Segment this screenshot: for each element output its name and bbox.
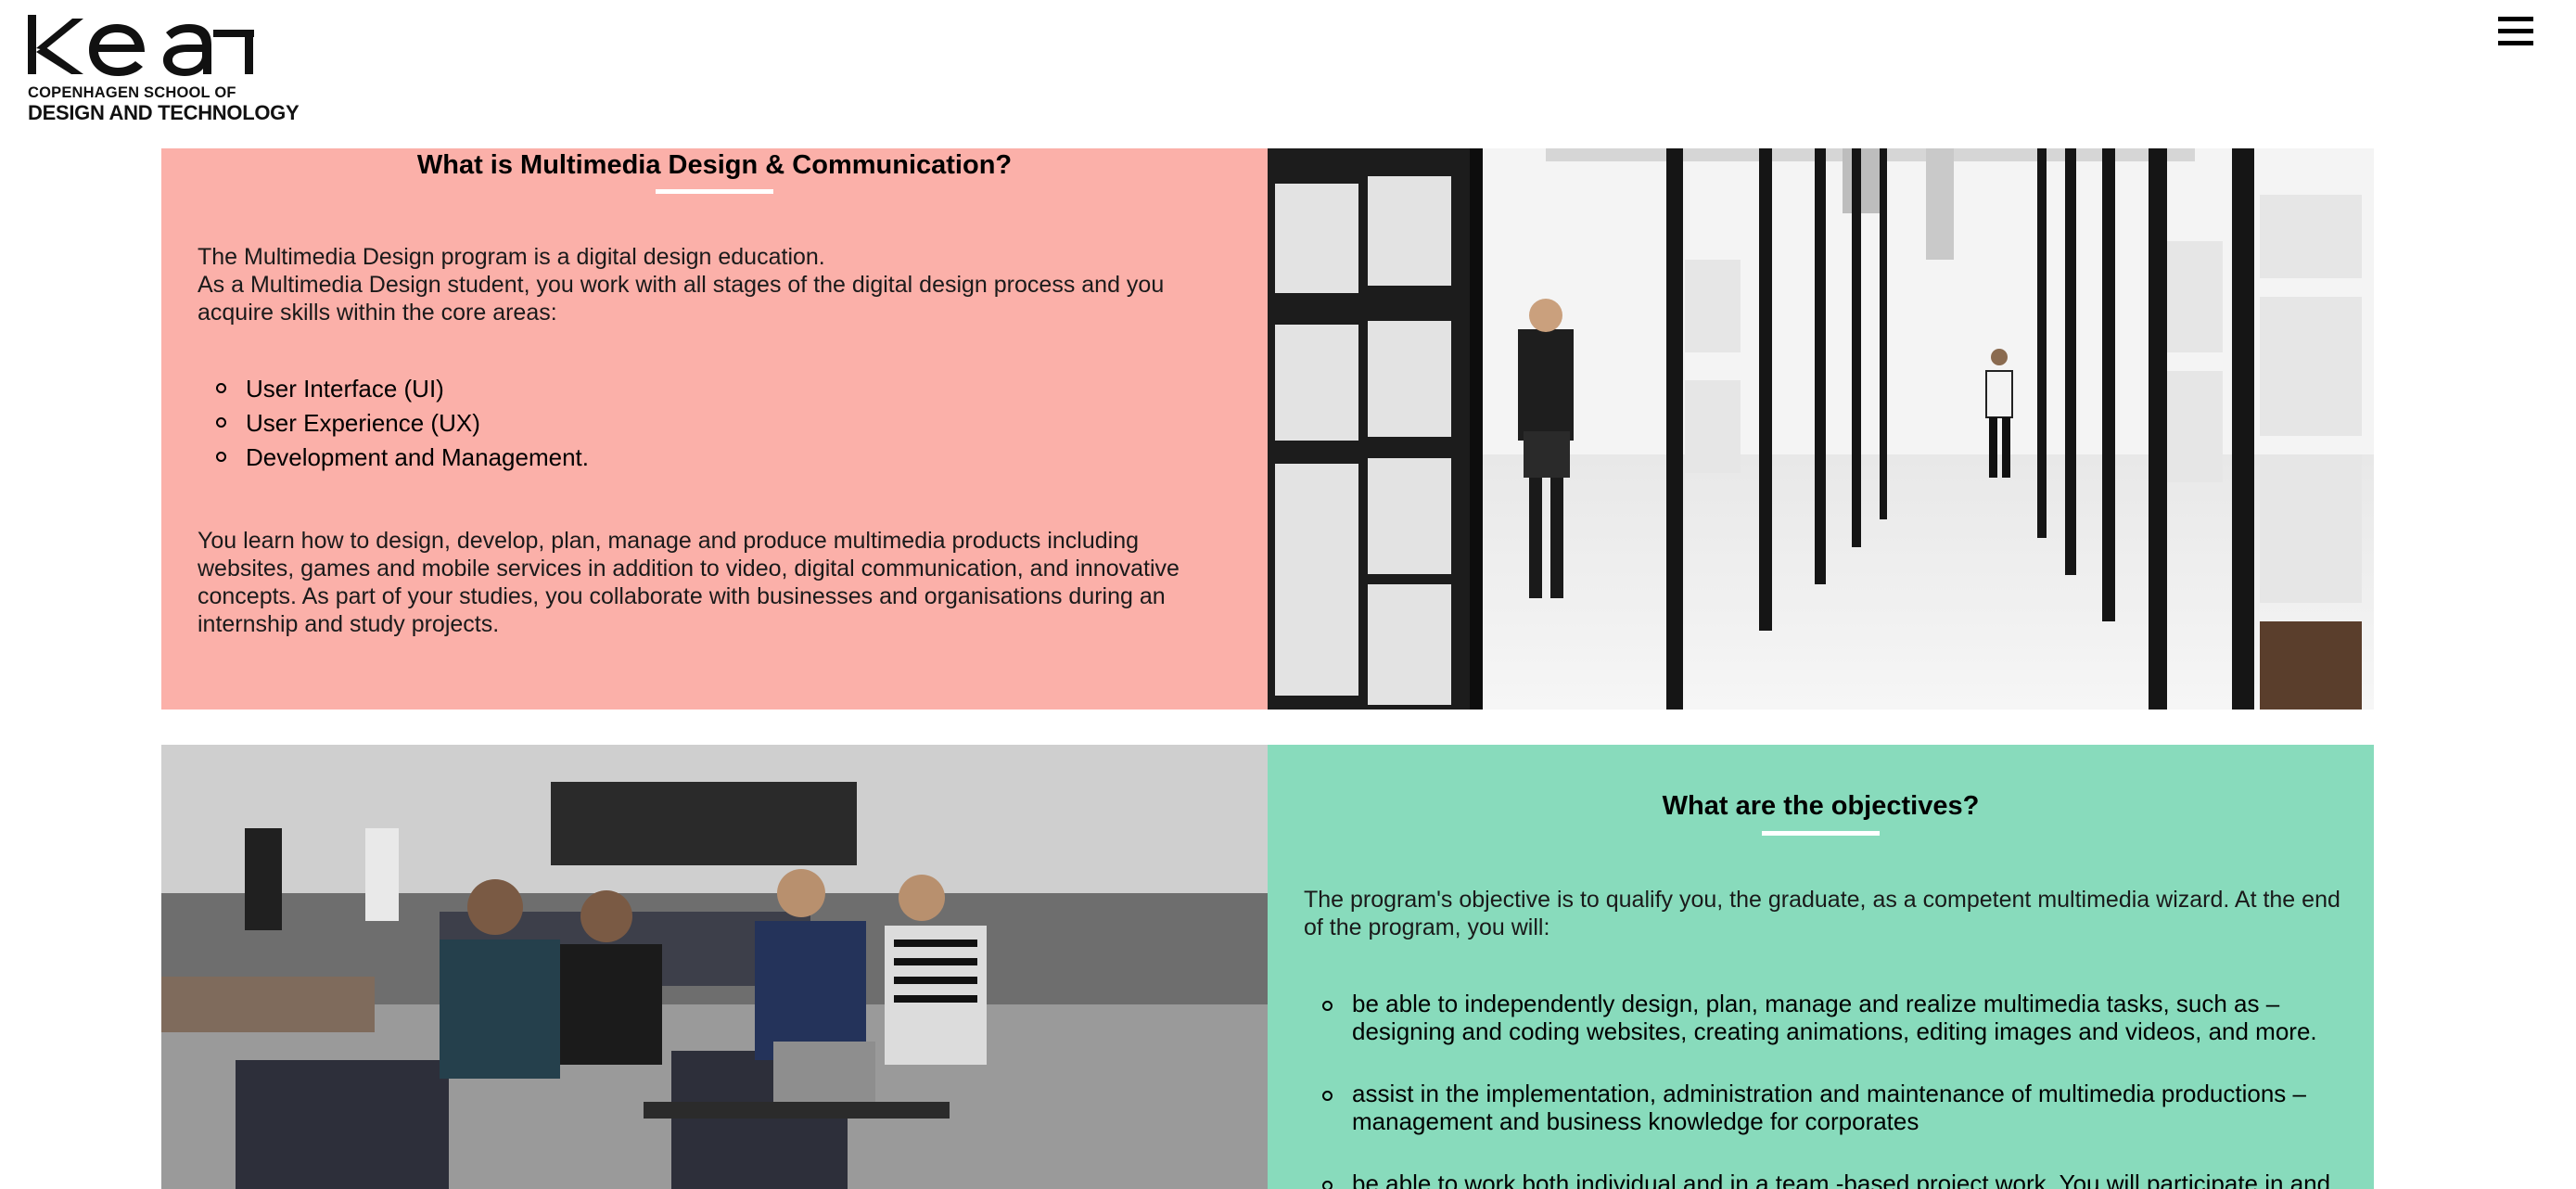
program-body-text: You learn how to design, develop, plan, … [198, 528, 1180, 637]
objectives-list: be able to independently design, plan, m… [1304, 990, 2347, 1189]
hamburger-icon [2498, 17, 2533, 45]
title-underline [656, 189, 773, 194]
list-item: User Interface (UI) [198, 372, 1218, 406]
section-title: What is Multimedia Design & Communicatio… [416, 150, 1013, 180]
list-item: User Experience (UX) [198, 406, 1218, 441]
students-photo [161, 745, 1268, 1189]
library-hall-photo [1268, 148, 2374, 710]
objectives-panel: What are the objectives? The program's o… [1268, 745, 2374, 1189]
section-title: What are the objectives? [1662, 791, 1980, 821]
students-image [161, 745, 1268, 1189]
library-hall-image [1268, 148, 2374, 710]
core-areas-list: User Interface (UI) User Experience (UX)… [198, 372, 1218, 475]
logo-school-line: COPENHAGEN SCHOOL OF [28, 84, 236, 101]
list-item: be able to independently design, plan, m… [1304, 990, 2347, 1045]
list-item: assist in the implementation, administra… [1304, 1080, 2347, 1135]
list-item: Development and Management. [198, 441, 1218, 475]
kea-logo-mark [28, 15, 254, 76]
title-underline [1762, 831, 1880, 836]
menu-button[interactable] [2494, 13, 2539, 50]
logo-design-line: DESIGN AND TECHNOLOGY [28, 101, 300, 124]
program-intro-text: The Multimedia Design program is a digit… [198, 244, 1165, 326]
objectives-intro-text: The program's objective is to qualify yo… [1304, 887, 2340, 940]
program-description-panel: What is Multimedia Design & Communicatio… [161, 148, 1268, 710]
kea-logo[interactable]: COPENHAGEN SCHOOL OF DESIGN AND TECHNOLO… [26, 13, 300, 124]
list-item: be able to work both individual and in a… [1304, 1170, 2347, 1189]
